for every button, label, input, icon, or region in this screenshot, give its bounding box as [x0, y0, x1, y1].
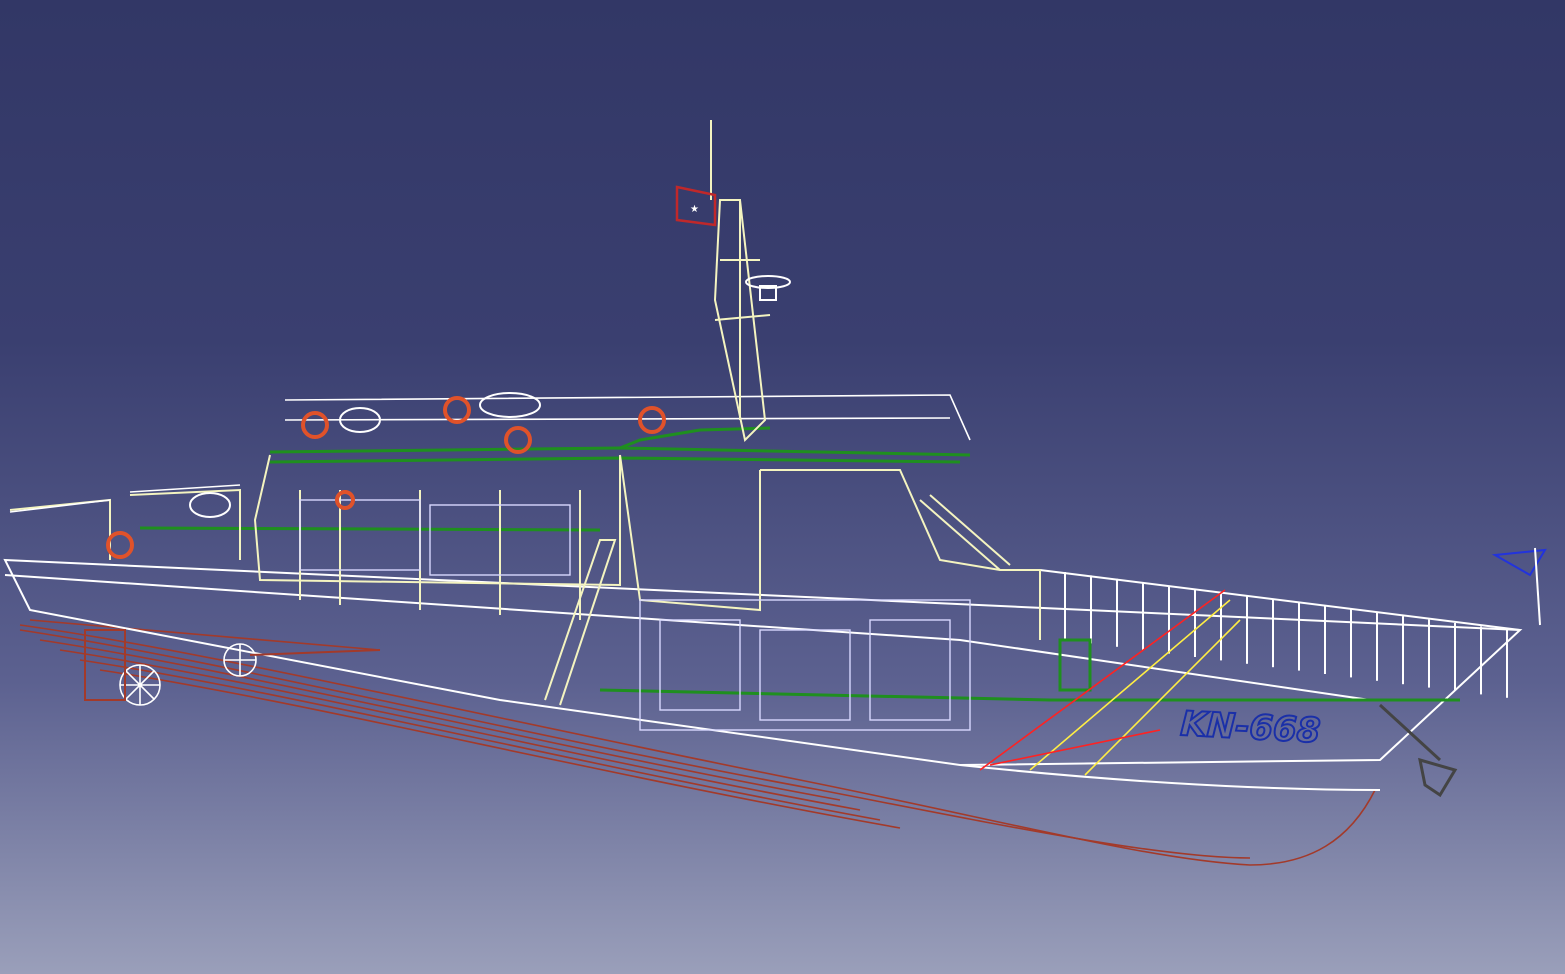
- bow-flag-icon: [1491, 547, 1547, 626]
- life-rafts: [189, 392, 541, 518]
- underwater-hull: [19, 619, 1376, 866]
- lifebuoy-icon: [106, 531, 134, 559]
- mast: [710, 120, 771, 443]
- deck-lines: [139, 426, 1460, 702]
- hull-number-label: KN-668: [1180, 704, 1322, 751]
- svg-text:★: ★: [690, 204, 699, 215]
- cad-3d-viewport[interactable]: ★ KN-668: [0, 0, 1565, 974]
- flag-icon: ★: [675, 185, 717, 227]
- foredeck-bulwark: [1064, 572, 1508, 698]
- lifebuoy-icon: [443, 396, 471, 424]
- ship-wireframe-model[interactable]: ★ KN-668: [0, 0, 1565, 974]
- radar-icon: [745, 275, 791, 301]
- rudder: [84, 629, 381, 701]
- lifebuoy-icon: [638, 406, 666, 434]
- lifebuoy-icon: [301, 411, 329, 439]
- reference-lines: [979, 589, 1241, 776]
- interior-equipment: [299, 499, 971, 731]
